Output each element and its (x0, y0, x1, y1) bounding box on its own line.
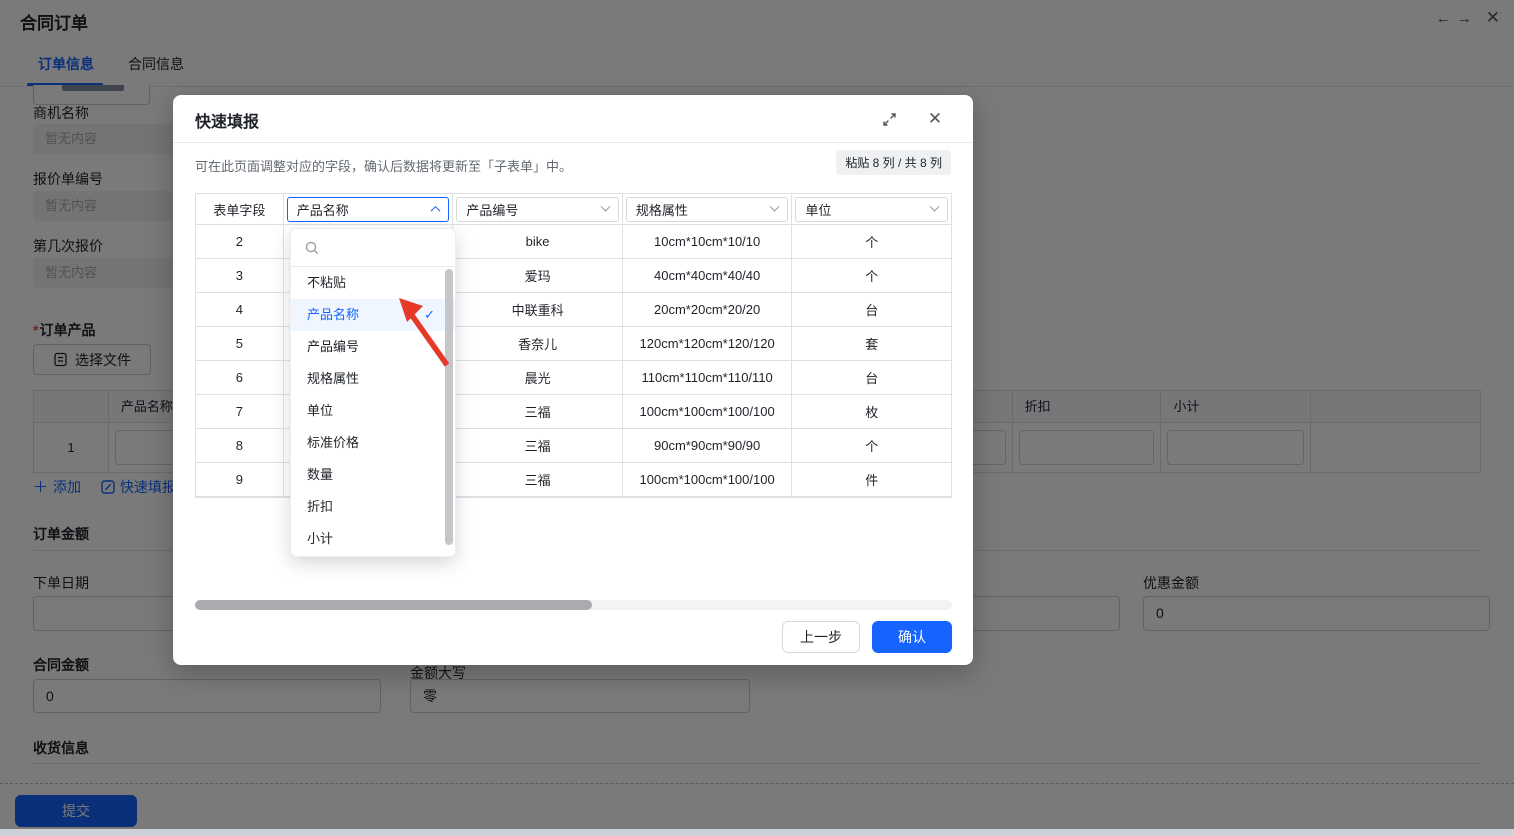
modal-description: 可在此页面调整对应的字段，确认后数据将更新至「子表单」中。 (195, 156, 572, 175)
dropdown-option[interactable]: 单位 (291, 395, 455, 427)
mapping-table-cell: 三福 (453, 463, 623, 497)
mapping-table-cell: 台 (792, 361, 951, 395)
mapping-table-cell: 枚 (792, 395, 951, 429)
dropdown-option[interactable]: 标准价格 (291, 427, 455, 459)
mapping-table-cell: 三福 (453, 429, 623, 463)
select-value: 产品编号 (466, 200, 518, 219)
column-select-cell: 产品名称 (284, 194, 454, 225)
mapping-table-cell: 110cm*110cm*110/110 (623, 361, 793, 395)
select-value: 单位 (805, 200, 831, 219)
mapping-table-cell: 5 (196, 327, 284, 361)
mapping-table-cell: 件 (792, 463, 951, 497)
dropdown-search-input[interactable] (291, 229, 455, 267)
column-field-select[interactable]: 产品编号 (456, 197, 619, 222)
mapping-table-cell: 100cm*100cm*100/100 (623, 395, 793, 429)
chevron-up-icon (431, 205, 441, 215)
column-field-select[interactable]: 规格属性 (626, 197, 789, 222)
prev-step-button[interactable]: 上一步 (782, 621, 860, 653)
mapping-table-cell: 9 (196, 463, 284, 497)
dropdown-option[interactable]: 小计 (291, 523, 455, 555)
select-value: 产品名称 (297, 200, 349, 219)
column-select-cell: 产品编号 (453, 194, 623, 225)
dropdown-option[interactable]: 数量 (291, 459, 455, 491)
confirm-button[interactable]: 确认 (872, 621, 952, 653)
column-select-cell: 单位 (792, 194, 951, 225)
mapping-table-cell: 中联重科 (453, 293, 623, 327)
bottom-scrollbar-strip[interactable] (0, 829, 1514, 836)
mapping-table-cell: 套 (792, 327, 951, 361)
paste-columns-badge: 粘贴 8 列 / 共 8 列 (836, 150, 951, 175)
column-select-cell: 规格属性 (623, 194, 793, 225)
mapping-table-cell: 4 (196, 293, 284, 327)
mapping-table-cell: 个 (792, 225, 951, 259)
mapping-table-cell: 三福 (453, 395, 623, 429)
mapping-table-cell: 8 (196, 429, 284, 463)
mapping-table-cell: 7 (196, 395, 284, 429)
modal-header: 快速填报 ✕ (173, 95, 973, 143)
modal-hscrollbar-thumb[interactable] (195, 600, 592, 610)
mapping-table-cell: 2 (196, 225, 284, 259)
mapping-table-cell: 90cm*90cm*90/90 (623, 429, 793, 463)
mapping-table-cell: 香奈儿 (453, 327, 623, 361)
field-dropdown: 不粘贴产品名称✓产品编号规格属性单位标准价格数量折扣小计 (290, 228, 456, 557)
mapping-table-cell: 120cm*120cm*120/120 (623, 327, 793, 361)
mapping-table-cell: 台 (792, 293, 951, 327)
chevron-down-icon (930, 201, 940, 211)
modal-close-icon[interactable]: ✕ (925, 109, 945, 129)
annotation-arrow (395, 295, 457, 373)
chevron-down-icon (770, 201, 780, 211)
dropdown-option[interactable]: 折扣 (291, 491, 455, 523)
mapping-table-cell: 爱玛 (453, 259, 623, 293)
chevron-down-icon (600, 201, 610, 211)
mapping-table-header: 表单字段产品名称 产品编号 规格属性 单位 (196, 194, 951, 225)
modal-hscrollbar-track[interactable] (195, 600, 952, 610)
mapping-table-cell: bike (453, 225, 623, 259)
mapping-table-cell: 晨光 (453, 361, 623, 395)
column-field-select[interactable]: 单位 (795, 197, 948, 222)
quick-fill-modal: 快速填报 ✕ 可在此页面调整对应的字段，确认后数据将更新至「子表单」中。 粘贴 … (173, 95, 973, 665)
expand-icon[interactable] (879, 109, 899, 129)
mapping-table-cell: 个 (792, 259, 951, 293)
modal-title: 快速填报 (195, 108, 259, 132)
mapping-table-cell: 3 (196, 259, 284, 293)
mapping-table-cell: 20cm*20cm*20/20 (623, 293, 793, 327)
mapping-table-cell: 40cm*40cm*40/40 (623, 259, 793, 293)
field-header-cell: 表单字段 (196, 194, 284, 225)
mapping-table-cell: 个 (792, 429, 951, 463)
column-field-select[interactable]: 产品名称 (287, 197, 450, 222)
mapping-table-cell: 10cm*10cm*10/10 (623, 225, 793, 259)
mapping-table-cell: 6 (196, 361, 284, 395)
search-icon (304, 240, 320, 256)
mapping-table-cell: 100cm*100cm*100/100 (623, 463, 793, 497)
select-value: 规格属性 (636, 200, 688, 219)
